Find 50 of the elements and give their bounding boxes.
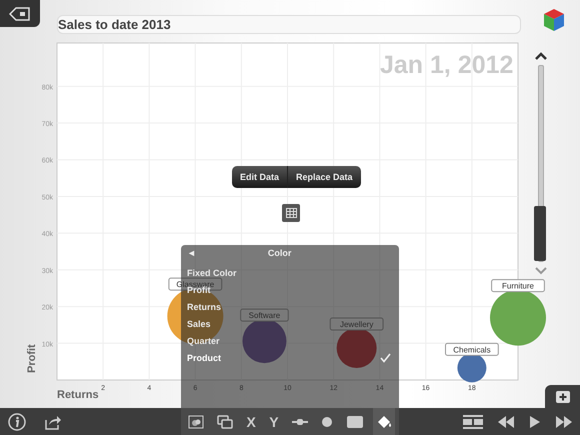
color-option[interactable]: Quarter <box>187 336 220 346</box>
y-axis-title: Profit <box>26 344 38 373</box>
color-option[interactable]: Returns <box>187 302 222 312</box>
table-button[interactable] <box>282 204 300 222</box>
paint-bucket-icon <box>376 414 392 430</box>
bubble-label: Software <box>240 308 289 322</box>
axis-tool-button[interactable]: Y <box>266 408 282 435</box>
layout-icon[interactable] <box>463 414 483 428</box>
panel-title: Color <box>268 248 292 258</box>
back-button[interactable] <box>0 0 40 27</box>
color-option[interactable]: Product <box>187 353 222 363</box>
bubble[interactable] <box>167 288 224 344</box>
picture-icon <box>188 414 204 428</box>
panel-back-button[interactable]: ◄ <box>187 248 196 258</box>
series-label: Furniture <box>502 282 535 291</box>
series-label: Software <box>248 311 281 320</box>
axis-tool-button[interactable]: X <box>244 408 259 435</box>
color-option[interactable]: Sales <box>187 319 211 329</box>
series-label: Chemicals <box>453 345 491 354</box>
line-marker-icon <box>292 418 308 426</box>
share-icon[interactable] <box>44 414 62 430</box>
add-button[interactable] <box>545 385 580 408</box>
cube-logo-icon <box>543 8 565 32</box>
bucket-tool-button[interactable] <box>373 408 396 435</box>
play-icon[interactable] <box>529 416 541 428</box>
layers-icon <box>217 414 234 428</box>
info-icon[interactable] <box>8 412 26 430</box>
bubble-label: Jewellery <box>330 318 384 331</box>
slider-thumb[interactable] <box>534 206 546 261</box>
back-icon <box>9 6 31 20</box>
circle-icon <box>321 416 334 428</box>
table-icon <box>286 208 296 218</box>
rectangle-icon <box>346 416 363 428</box>
popup-button[interactable]: Replace Data <box>287 166 361 188</box>
bubble[interactable] <box>242 319 286 364</box>
series-label: Jewellery <box>340 320 374 330</box>
rewind-icon[interactable] <box>498 416 514 428</box>
down-chevron-icon[interactable] <box>534 266 548 276</box>
popup-button[interactable]: Edit Data <box>232 166 288 188</box>
bubble-label: Furniture <box>491 279 545 292</box>
plus-icon <box>556 390 570 402</box>
x-axis-title: Returns <box>57 389 99 401</box>
bubble[interactable] <box>490 290 546 346</box>
fast-forward-icon[interactable] <box>556 416 572 428</box>
color-option[interactable]: Fixed Color <box>187 268 237 278</box>
bubble-label: Chemicals <box>445 342 499 356</box>
up-chevron-icon[interactable] <box>534 51 548 61</box>
bubble[interactable] <box>457 353 486 382</box>
bubble[interactable] <box>336 328 377 368</box>
title-field[interactable]: Sales to date 2013 <box>57 15 521 34</box>
